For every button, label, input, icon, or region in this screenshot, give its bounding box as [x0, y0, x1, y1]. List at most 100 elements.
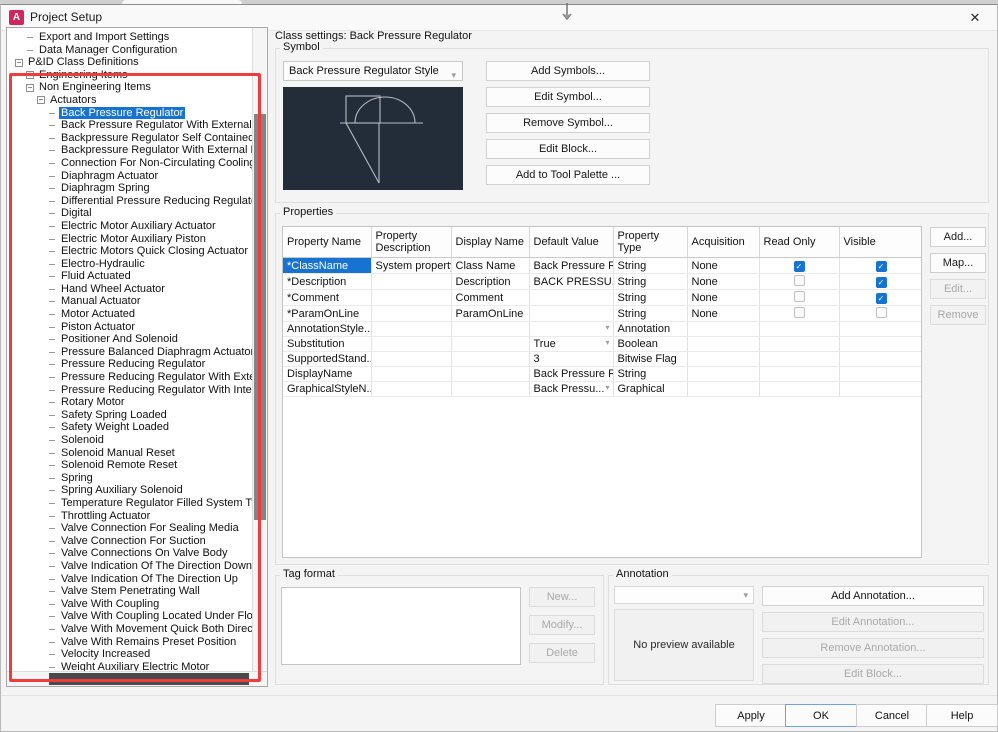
tree-item[interactable]: Pressure Balanced Diaphragm Actuator [7, 346, 252, 359]
cell-property-name[interactable]: Substitution [283, 336, 372, 352]
expand-icon[interactable]: + [26, 71, 34, 80]
tree-item[interactable]: Pressure Reducing Regulator [7, 358, 252, 371]
close-icon[interactable]: ✕ [959, 7, 991, 29]
tree-item[interactable]: Diaphragm Actuator [7, 170, 252, 183]
cell-property-name[interactable]: *Description [283, 273, 372, 290]
class-tree-list[interactable]: Export and Import Settings Data Manager C… [7, 28, 252, 673]
cell-acquisition[interactable]: None [687, 305, 760, 322]
tree-item[interactable]: Back Pressure Regulator With External Ta… [7, 119, 252, 132]
tree-item[interactable]: Valve Stem Penetrating Wall [7, 585, 252, 598]
cell-read-only[interactable]: ✓ [759, 257, 840, 274]
symbol-style-dropdown[interactable]: Back Pressure Regulator Style ▾ [283, 61, 463, 81]
cell-display-name[interactable] [451, 366, 530, 382]
table-row[interactable]: *Description Description BACK PRESSU... Str… [283, 273, 921, 290]
tree-item[interactable]: Valve With Remains Preset Position [7, 636, 252, 649]
collapse-icon[interactable]: − [15, 58, 23, 67]
cancel-button[interactable]: Cancel [856, 704, 928, 727]
table-row[interactable]: GraphicalStyleN... Back Pressu... Graphica… [283, 381, 921, 397]
tree-item[interactable]: Positioner And Solenoid [7, 333, 252, 346]
cell-display-name[interactable]: Comment [451, 289, 530, 306]
column-header[interactable]: Property Name [283, 227, 372, 258]
cell-display-name[interactable] [451, 321, 530, 337]
cell-visible[interactable]: ✓ [839, 257, 921, 274]
add-symbols-button[interactable]: Add Symbols... [486, 61, 650, 81]
table-row[interactable]: SupportedStand... 3 Bitwise Flag [283, 351, 921, 367]
cell-read-only[interactable] [759, 336, 840, 352]
tree-item[interactable]: Valve With Coupling [7, 598, 252, 611]
cell-property-name[interactable]: AnnotationStyle... [283, 321, 372, 337]
read-only-checkbox[interactable] [793, 307, 805, 318]
tree-item[interactable]: Valve With Coupling Located Under Floor [7, 610, 252, 623]
properties-table-container[interactable]: Property Name Property Description Display… [282, 226, 922, 558]
cell-display-name[interactable] [451, 381, 530, 397]
column-header[interactable]: Read Only [759, 227, 840, 258]
tree-vertical-scrollbar[interactable] [252, 28, 267, 673]
cell-property-description[interactable] [371, 305, 452, 322]
cell-acquisition[interactable] [687, 321, 760, 337]
remove-symbol-button[interactable]: Remove Symbol... [486, 113, 650, 133]
tree-item[interactable]: Valve Connection For Suction [7, 535, 252, 548]
cell-property-description[interactable] [371, 289, 452, 306]
cell-read-only[interactable] [759, 351, 840, 367]
class-tree-panel[interactable]: Export and Import Settings Data Manager C… [6, 27, 268, 687]
tree-item[interactable]: Backpressure Regulator With External Pre… [7, 144, 252, 157]
tree-item[interactable]: Solenoid [7, 434, 252, 447]
cell-property-type[interactable]: String [613, 257, 688, 274]
tree-horizontal-scrollbar[interactable] [7, 671, 267, 686]
tree-item[interactable]: Motor Actuated [7, 308, 252, 321]
visible-checkbox[interactable]: ✓ [875, 277, 887, 288]
tree-item[interactable]: Diaphragm Spring [7, 182, 252, 195]
cell-acquisition[interactable] [687, 336, 760, 352]
cell-acquisition[interactable] [687, 351, 760, 367]
visible-checkbox[interactable]: ✓ [875, 293, 887, 304]
cell-property-description[interactable] [371, 321, 452, 337]
cell-read-only[interactable] [759, 321, 840, 337]
table-row[interactable]: DisplayName Back Pressure R... String [283, 366, 921, 382]
cell-visible[interactable]: ✓ [839, 273, 921, 290]
tree-item[interactable]: − Actuators [7, 94, 252, 107]
cell-property-description[interactable]: System property... [371, 257, 452, 274]
cell-read-only[interactable] [759, 273, 840, 290]
tree-item[interactable]: Spring Auxiliary Solenoid [7, 484, 252, 497]
table-row[interactable]: AnnotationStyle... Annotation [283, 321, 921, 337]
tag-format-list[interactable] [281, 587, 521, 665]
tree-item[interactable]: Velocity Increased [7, 648, 252, 661]
cell-default-value[interactable] [529, 289, 614, 306]
cell-default-value[interactable]: Back Pressure R... [529, 366, 614, 382]
tree-item[interactable]: Valve Indication Of The Direction Down [7, 560, 252, 573]
cell-display-name[interactable] [451, 336, 530, 352]
add-to-tool-palette-button[interactable]: Add to Tool Palette ... [486, 165, 650, 185]
cell-property-description[interactable] [371, 366, 452, 382]
cell-property-name[interactable]: *Comment [283, 289, 372, 306]
cell-property-name[interactable]: *ClassName [283, 257, 372, 274]
cell-property-name[interactable]: DisplayName [283, 366, 372, 382]
tree-item[interactable]: Valve Connection For Sealing Media [7, 522, 252, 535]
column-header[interactable]: Visible [839, 227, 921, 258]
column-header[interactable]: Property Type [613, 227, 688, 258]
tree-item[interactable]: + Engineering Items [7, 69, 252, 82]
tree-item[interactable]: Valve Indication Of The Direction Up [7, 573, 252, 586]
edit-symbol-button[interactable]: Edit Symbol... [486, 87, 650, 107]
column-header[interactable]: Default Value [529, 227, 614, 258]
cell-property-type[interactable]: String [613, 289, 688, 306]
tree-item[interactable]: Pressure Reducing Regulator With Integra… [7, 384, 252, 397]
cell-property-description[interactable] [371, 381, 452, 397]
cell-read-only[interactable] [759, 381, 840, 397]
cell-property-type[interactable]: Boolean [613, 336, 688, 352]
tree-item[interactable]: Throttling Actuator [7, 510, 252, 523]
tree-item[interactable]: Pressure Reducing Regulator With Externa… [7, 371, 252, 384]
tree-item[interactable]: − Non Engineering Items [7, 81, 252, 94]
read-only-checkbox[interactable]: ✓ [793, 261, 805, 272]
table-row[interactable]: *Comment Comment String None ✓ [283, 289, 921, 306]
tree-item[interactable]: Electric Motor Auxiliary Actuator [7, 220, 252, 233]
tree-vertical-scroll-thumb[interactable] [254, 114, 266, 520]
tree-item[interactable]: Solenoid Remote Reset [7, 459, 252, 472]
tree-item[interactable]: − P&ID Class Definitions [7, 56, 252, 69]
cell-property-type[interactable]: Bitwise Flag [613, 351, 688, 367]
read-only-checkbox[interactable] [793, 291, 805, 302]
cell-property-description[interactable] [371, 336, 452, 352]
tree-item[interactable]: Fluid Actuated [7, 270, 252, 283]
cell-visible[interactable] [839, 366, 921, 382]
cell-acquisition[interactable]: None [687, 257, 760, 274]
cell-visible[interactable] [839, 321, 921, 337]
